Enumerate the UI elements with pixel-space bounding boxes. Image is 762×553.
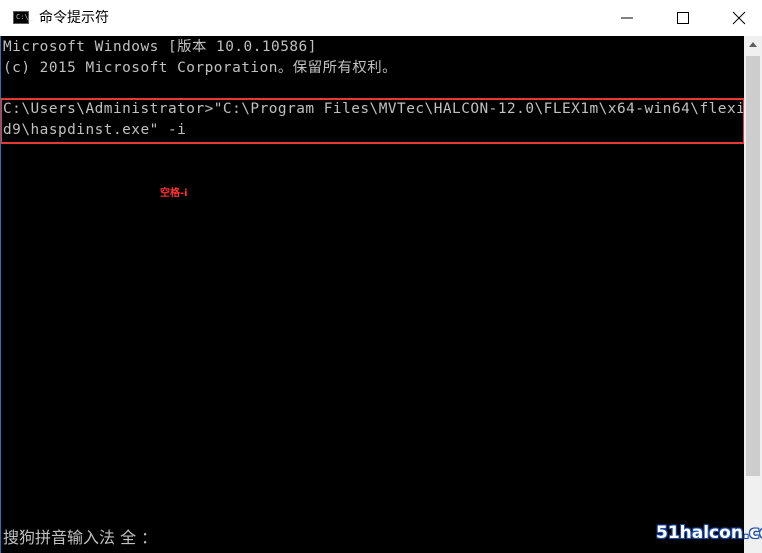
scrollbar-thumb[interactable] — [746, 56, 760, 476]
close-icon — [732, 11, 746, 25]
console-line-version: Microsoft Windows [版本 10.0.10586] — [3, 39, 317, 55]
maximize-icon — [677, 12, 689, 24]
ime-status-text: 搜狗拼音输入法 全 ： — [3, 528, 158, 547]
window-left-border — [0, 36, 1, 553]
scroll-up-icon — [749, 42, 757, 47]
minimize-icon — [621, 17, 633, 19]
watermark-logo: 51halcon.com — [656, 523, 762, 543]
title-bar[interactable]: C:\_ 命令提示符 — [0, 0, 762, 36]
maximize-button[interactable] — [660, 0, 706, 36]
console-line-copyright: (c) 2015 Microsoft Corporation。保留所有权利。 — [3, 60, 398, 76]
cmd-app-icon[interactable]: C:\_ — [13, 11, 33, 24]
command-highlight-box — [0, 98, 744, 144]
cmd-app-icon-glyph: C:\_ — [16, 13, 33, 21]
annotation-label: 空格-i — [160, 188, 188, 199]
window-title: 命令提示符 — [39, 10, 109, 26]
console-output[interactable]: Microsoft Windows [版本 10.0.10586] (c) 20… — [0, 36, 744, 553]
scroll-up-button[interactable] — [744, 36, 762, 54]
close-button[interactable] — [716, 0, 762, 36]
command-prompt-window: C:\_ 命令提示符 Microsoft Windows [版本 10.0.10… — [0, 0, 762, 553]
vertical-scrollbar[interactable] — [744, 36, 762, 553]
minimize-button[interactable] — [604, 0, 650, 36]
